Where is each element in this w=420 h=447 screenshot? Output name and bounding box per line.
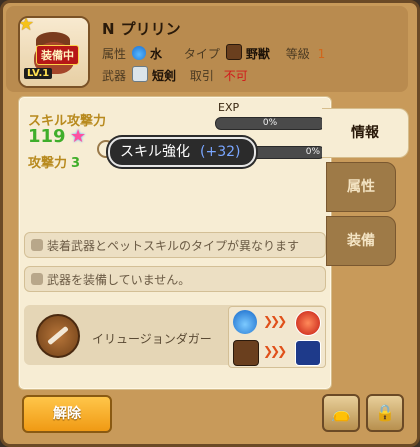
skill-attack-value: 119 xyxy=(28,126,66,147)
type-value: 野獣 xyxy=(245,47,270,61)
cat-face-icon xyxy=(31,273,43,285)
type-label: タイプ xyxy=(183,47,220,61)
arrow-icon: ❯❯❯ xyxy=(263,314,287,328)
bug-icon xyxy=(295,340,321,366)
no-weapon-message: 武器を装備していません。 xyxy=(24,266,326,292)
trade-label: 取引 xyxy=(189,69,214,83)
skill-enhance-tooltip: スキル強化 (+32) xyxy=(108,137,257,167)
star-icon: ★ xyxy=(18,16,35,35)
equipped-badge: 装備中 xyxy=(36,45,79,65)
grade-value: 1 xyxy=(317,47,326,61)
info-row-1: 属性 水 タイプ 野獣 等級 1 xyxy=(102,44,325,62)
dagger-weapon-icon xyxy=(132,66,149,82)
info-hand-icon xyxy=(31,239,43,251)
exp-percent: 0% xyxy=(262,118,278,128)
arrow-icon: ❯❯❯ xyxy=(263,344,287,358)
tab-attribute[interactable]: 属性 xyxy=(326,162,396,212)
grade-label: 等級 xyxy=(285,47,310,61)
rank-label: N xyxy=(102,20,115,38)
lock-button[interactable]: 🔒 xyxy=(366,394,404,432)
type-mismatch-message: 装着武器とペットスキルのタイプが異なります xyxy=(24,232,326,258)
attribute-value: 水 xyxy=(150,47,163,61)
bag-icon: 👝 xyxy=(331,403,351,422)
exp-label: EXP xyxy=(218,101,240,114)
attribute-label: 属性 xyxy=(102,47,127,61)
water-attribute-icon xyxy=(132,46,147,60)
pet-avatar[interactable]: ★ 装備中 LV.1 xyxy=(18,16,90,88)
water-icon xyxy=(233,310,257,334)
tooltip-text: スキル強化 xyxy=(120,144,190,160)
release-button[interactable]: 解除 xyxy=(22,395,112,433)
beast-type-icon xyxy=(225,44,242,60)
weapon-label: 武器 xyxy=(102,69,127,83)
pet-name-text: プリリン xyxy=(120,20,181,38)
tooltip-bonus: (+32) xyxy=(200,144,241,160)
pet-name: N プリリン xyxy=(102,18,181,39)
lock-icon: 🔒 xyxy=(375,403,395,422)
exp-bar: 0% xyxy=(215,117,325,130)
tab-equipment[interactable]: 装備 xyxy=(326,216,396,266)
attack-label: 攻撃力 xyxy=(28,156,68,171)
skill-star-icon: ★ xyxy=(70,126,87,147)
trade-value: 不可 xyxy=(223,69,248,83)
info-row-2: 武器 短剣 取引 不可 xyxy=(102,66,248,84)
weapon-value: 短剣 xyxy=(152,69,177,83)
attack-stat: 攻撃力 3 xyxy=(28,152,80,171)
tab-info[interactable]: 情報 xyxy=(322,108,409,158)
weapon-name: イリュージョンダガー xyxy=(92,332,212,346)
message-text-1: 装着武器とペットスキルのタイプが異なります xyxy=(47,239,300,253)
fire-icon xyxy=(295,310,321,336)
message-text-2: 武器を装備していません。 xyxy=(47,273,191,287)
crossed-swords-icon xyxy=(36,314,80,358)
beast-icon xyxy=(233,340,259,366)
bag-button[interactable]: 👝 xyxy=(322,394,360,432)
level-badge: LV.1 xyxy=(24,68,53,79)
attack-value: 3 xyxy=(71,156,81,171)
